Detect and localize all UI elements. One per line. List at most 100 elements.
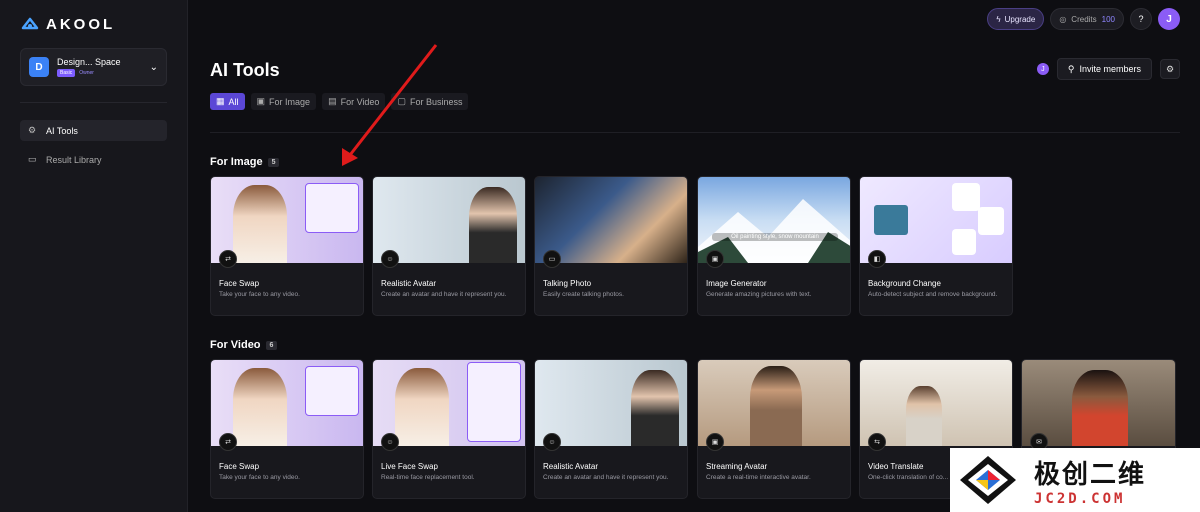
watermark-cn: 极创二维	[1034, 459, 1147, 490]
face-swap-panel	[305, 366, 359, 416]
tool-card-face-swap[interactable]: ⇄ Face Swap Take your face to any video.	[210, 176, 364, 316]
coin-icon: ◎	[1059, 14, 1067, 24]
tab-label: All	[228, 96, 239, 107]
card-title: Video Translate	[868, 462, 924, 471]
tool-card-background-change[interactable]: ◧ Background Change Auto-detect subject …	[859, 176, 1013, 316]
photo-icon: ▭	[543, 250, 561, 268]
person-figure	[750, 366, 802, 446]
card-description: Real-time face replacement tool.	[381, 474, 475, 481]
logo-text: AKOOL	[46, 15, 116, 33]
tools-icon: ⚙	[28, 125, 37, 135]
mountain-art	[698, 199, 850, 263]
grid-icon: ▦	[216, 96, 225, 106]
workspace-switcher[interactable]: D Design... Space Basic Owner ⌄	[20, 48, 167, 86]
tab-for-business[interactable]: ▢ For Business	[391, 93, 469, 110]
face-swap-icon: ⇄	[219, 250, 237, 268]
page-title: AI Tools	[210, 60, 280, 80]
sidebar-divider	[20, 102, 167, 103]
settings-gear-icon[interactable]: ⚙	[1160, 59, 1180, 79]
card-title: Background Change	[868, 279, 941, 288]
tool-card-face-swap-video[interactable]: ⇄ Face Swap Take your face to any video.	[210, 359, 364, 499]
card-title: Live Face Swap	[381, 462, 438, 471]
card-title: Realistic Avatar	[543, 462, 598, 471]
tab-label: For Image	[269, 96, 311, 107]
user-avatar[interactable]: J	[1158, 8, 1180, 30]
card-description: Easily create talking photos.	[543, 291, 624, 298]
tool-card-talking-photo[interactable]: ▭ Talking Photo Easily create talking ph…	[534, 176, 688, 316]
tab-for-image[interactable]: ▣ For Image	[250, 93, 317, 110]
sample-photo	[952, 183, 980, 211]
sample-photo	[874, 205, 908, 235]
plan-badge: Basic	[57, 69, 76, 77]
card-thumbnail	[860, 360, 1012, 446]
user-plus-icon: ⚲	[1067, 63, 1075, 74]
translate-icon: ⇆	[868, 433, 886, 451]
tool-card-image-generator[interactable]: Oil painting style, snow mountain ▣ Imag…	[697, 176, 851, 316]
card-thumbnail	[373, 360, 525, 446]
streaming-icon: ▣	[706, 433, 724, 451]
live-icon: ☺	[381, 433, 399, 451]
person-figure	[233, 185, 287, 263]
sidebar: AKOOL D Design... Space Basic Owner ⌄ ⚙ …	[0, 0, 188, 512]
tool-tabs: ▦ All ▣ For Image ▤ For Video ▢ For Business	[210, 93, 469, 110]
tab-label: For Video	[340, 96, 380, 107]
person-figure	[906, 386, 942, 446]
credits-value: 100	[1101, 14, 1115, 24]
upgrade-button[interactable]: ϟ Upgrade	[987, 8, 1045, 30]
sidebar-item-label: AI Tools	[46, 125, 78, 136]
background-icon: ◧	[868, 250, 886, 268]
lightning-icon: ϟ	[996, 14, 1001, 24]
sidebar-item-result-library[interactable]: ▭ Result Library	[20, 149, 167, 170]
credits-display[interactable]: ◎ Credits 100	[1050, 8, 1124, 30]
avatar-icon: ☺	[381, 250, 399, 268]
tool-card-live-face-swap[interactable]: ☺ Live Face Swap Real-time face replacem…	[372, 359, 526, 499]
tab-label: For Business	[409, 96, 463, 107]
folder-icon: ▭	[28, 154, 37, 164]
workspace-name: Design... Space	[57, 57, 121, 67]
face-swap-panel	[305, 183, 359, 233]
help-button[interactable]: ?	[1130, 8, 1152, 30]
tab-for-video[interactable]: ▤ For Video	[322, 93, 386, 110]
section-label: For Video	[210, 339, 261, 351]
section-count: 6	[265, 340, 278, 350]
upgrade-label: Upgrade	[1004, 14, 1036, 24]
watermark-logo-icon	[960, 456, 1016, 504]
sidebar-item-ai-tools[interactable]: ⚙ AI Tools	[20, 120, 167, 141]
watermark-en: JC2D.COM	[1034, 490, 1126, 507]
face-swap-panel	[467, 362, 521, 442]
credits-label: Credits	[1071, 14, 1097, 24]
card-description: Generate amazing pictures with text.	[706, 291, 812, 298]
chevron-down-icon: ⌄	[149, 61, 158, 73]
tool-card-streaming-avatar[interactable]: ▣ Streaming Avatar Create a real-time in…	[697, 359, 851, 499]
card-title: Realistic Avatar	[381, 279, 436, 288]
invite-members-button[interactable]: ⚲ Invite members	[1056, 58, 1152, 80]
card-description: Take your face to any video.	[219, 474, 300, 481]
section-title-image: For Image 5	[210, 156, 280, 168]
sidebar-item-label: Result Library	[46, 154, 102, 165]
card-description: Take your face to any video.	[219, 291, 300, 298]
card-description: Auto-detect subject and remove backgroun…	[868, 291, 998, 298]
card-thumbnail	[1022, 360, 1175, 446]
video-icon: ▤	[328, 96, 337, 106]
watermark: 极创二维 JC2D.COM	[950, 448, 1200, 512]
avatar-icon: ☺	[543, 433, 561, 451]
sample-photo	[978, 207, 1004, 235]
business-icon: ▢	[397, 96, 406, 106]
invite-row: J ⚲ Invite members ⚙	[1036, 58, 1180, 80]
tool-card-realistic-avatar[interactable]: ☺ Realistic Avatar Create an avatar and …	[372, 176, 526, 316]
akool-logo-icon	[21, 17, 39, 30]
card-thumbnail	[211, 360, 363, 446]
prompt-caption: Oil painting style, snow mountain	[712, 233, 838, 241]
role-badge: Owner	[79, 70, 94, 76]
person-figure	[395, 368, 449, 446]
card-thumbnail	[211, 177, 363, 263]
invite-label: Invite members	[1079, 64, 1141, 74]
card-description: Create a real-time interactive avatar.	[706, 474, 811, 481]
face-swap-icon: ⇄	[219, 433, 237, 451]
header-divider	[210, 132, 1180, 133]
logo[interactable]: AKOOL	[20, 14, 115, 34]
section-count: 5	[267, 157, 280, 167]
image-icon: ▣	[706, 250, 724, 268]
tab-all[interactable]: ▦ All	[210, 93, 245, 110]
tool-card-realistic-avatar-video[interactable]: ☺ Realistic Avatar Create an avatar and …	[534, 359, 688, 499]
